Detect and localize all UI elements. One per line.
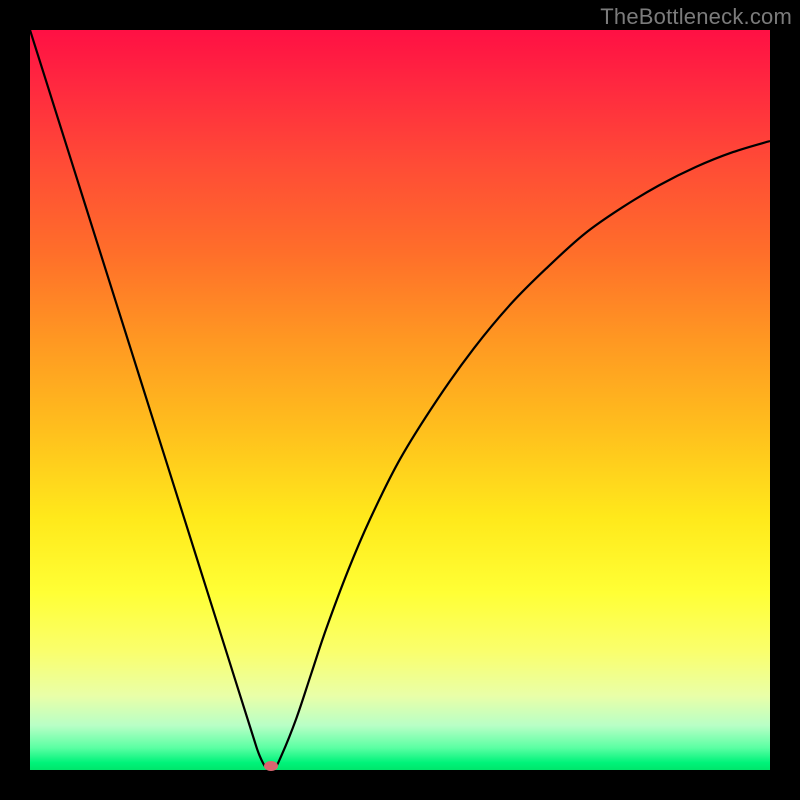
minimum-marker — [264, 761, 278, 771]
chart-frame: TheBottleneck.com — [0, 0, 800, 800]
watermark-text: TheBottleneck.com — [600, 4, 792, 30]
plot-area — [30, 30, 770, 770]
curve-path — [30, 30, 770, 770]
bottleneck-curve — [30, 30, 770, 770]
